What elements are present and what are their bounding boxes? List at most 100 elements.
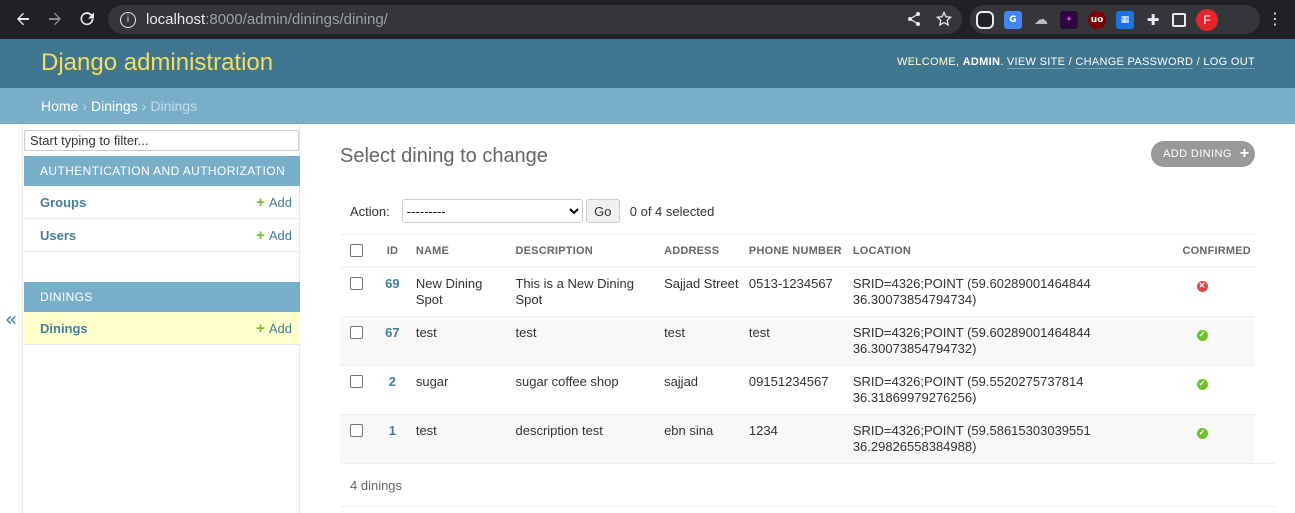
add-dining-label: ADD DINING bbox=[1163, 148, 1232, 160]
column-header-confirmed[interactable]: CONFIRMED bbox=[1178, 234, 1255, 268]
profile-avatar[interactable]: F bbox=[1196, 8, 1218, 31]
bookmark-star-icon[interactable] bbox=[935, 10, 953, 31]
plus-icon: + bbox=[256, 193, 265, 211]
add-dinings-link[interactable]: + Add bbox=[256, 320, 292, 337]
view-site-link[interactable]: VIEW SITE bbox=[1006, 56, 1066, 69]
table-header-row: ID NAME DESCRIPTION ADDRESS PHONE NUMBER… bbox=[340, 234, 1255, 268]
sidepanel-icon[interactable] bbox=[1172, 12, 1186, 27]
check-icon: ✓ bbox=[1196, 329, 1208, 341]
phone-cell: test bbox=[744, 316, 849, 366]
sidebar-item-dinings[interactable]: Dinings + Add bbox=[24, 312, 300, 345]
plus-icon: + bbox=[256, 319, 265, 337]
puzzle-icon[interactable]: ✚ bbox=[1144, 11, 1162, 29]
selection-counter: 0 of 4 selected bbox=[629, 203, 715, 219]
breadcrumb: Home › Dinings › Dinings bbox=[0, 88, 1295, 124]
confirmed-cell: ✓ bbox=[1178, 316, 1255, 366]
nav-filter-input[interactable] bbox=[24, 130, 299, 151]
menu-kebab-icon[interactable]: ⋮ bbox=[1267, 10, 1283, 28]
go-button[interactable]: Go bbox=[585, 199, 620, 223]
breadcrumb-home[interactable]: Home bbox=[41, 98, 78, 114]
description-cell: This is a New Dining Spot bbox=[511, 267, 661, 317]
name-cell: sugar bbox=[411, 365, 512, 415]
row-id-link[interactable]: 69 bbox=[385, 276, 399, 291]
id-cell: 67 bbox=[372, 316, 412, 366]
result-list-table: ID NAME DESCRIPTION ADDRESS PHONE NUMBER… bbox=[340, 234, 1255, 464]
plus-icon: + bbox=[1239, 145, 1250, 162]
url-host: localhost bbox=[146, 11, 206, 28]
row-select-cell bbox=[340, 365, 373, 415]
address-cell: Sajjad Street bbox=[660, 267, 745, 317]
module-caption-dinings[interactable]: DININGS bbox=[24, 282, 300, 312]
sidebar-item-users[interactable]: Users + Add bbox=[24, 219, 300, 252]
confirmed-cell: ✕ bbox=[1178, 267, 1255, 317]
add-dining-button[interactable]: ADD DINING + bbox=[1151, 141, 1255, 167]
log-out-link[interactable]: LOG OUT bbox=[1203, 56, 1255, 69]
column-header-address[interactable]: ADDRESS bbox=[660, 234, 745, 268]
description-cell: test bbox=[511, 316, 661, 366]
row-checkbox[interactable] bbox=[350, 277, 363, 290]
sidebar-item-label[interactable]: Users bbox=[40, 228, 76, 243]
column-header-phone[interactable]: PHONE NUMBER bbox=[744, 234, 849, 268]
location-cell: SRID=4326;POINT (59.58615303039551 36.29… bbox=[848, 414, 1179, 464]
row-checkbox[interactable] bbox=[350, 424, 363, 437]
address-bar[interactable]: i localhost:8000/admin/dinings/dining/ bbox=[108, 5, 962, 34]
ext-1-icon[interactable] bbox=[976, 10, 994, 29]
table-row: 1 test description test ebn sina 1234 SR… bbox=[340, 414, 1255, 464]
column-header-location[interactable]: LOCATION bbox=[848, 234, 1179, 268]
ublock-icon[interactable]: uo bbox=[1088, 10, 1106, 29]
reload-icon[interactable] bbox=[72, 4, 102, 34]
user-tools: WELCOME, ADMIN. VIEW SITE / CHANGE PASSW… bbox=[896, 56, 1255, 69]
row-checkbox[interactable] bbox=[350, 326, 363, 339]
id-cell: 69 bbox=[372, 267, 412, 317]
module-caption-auth[interactable]: AUTHENTICATION AND AUTHORIZATION bbox=[24, 156, 300, 186]
id-cell: 2 bbox=[372, 365, 412, 415]
location-cell: SRID=4326;POINT (59.5520275737814 36.318… bbox=[848, 365, 1179, 415]
ext-dark-icon[interactable]: ✦ bbox=[1060, 10, 1078, 29]
add-users-link[interactable]: + Add bbox=[256, 227, 292, 244]
row-id-link[interactable]: 67 bbox=[385, 325, 399, 340]
select-all-cell bbox=[340, 234, 373, 268]
add-groups-link[interactable]: + Add bbox=[256, 194, 292, 211]
site-info-icon[interactable]: i bbox=[120, 11, 136, 28]
location-cell: SRID=4326;POINT (59.60289001464844 36.30… bbox=[848, 267, 1179, 317]
cloud-icon[interactable]: ☁ bbox=[1032, 11, 1050, 29]
row-id-link[interactable]: 1 bbox=[389, 423, 396, 438]
name-cell: test bbox=[411, 414, 512, 464]
url-path: :8000/admin/dinings/dining/ bbox=[205, 11, 388, 28]
column-header-id[interactable]: ID bbox=[372, 234, 412, 268]
breadcrumb-app[interactable]: Dinings bbox=[91, 98, 138, 114]
id-cell: 1 bbox=[372, 414, 412, 464]
forward-icon[interactable] bbox=[40, 4, 70, 34]
ext-grid-icon[interactable]: ▦ bbox=[1116, 10, 1134, 29]
sidebar-item-label[interactable]: Groups bbox=[40, 195, 86, 210]
collapse-sidebar-button[interactable]: « bbox=[0, 124, 23, 513]
column-header-description[interactable]: DESCRIPTION bbox=[511, 234, 661, 268]
site-branding[interactable]: Django administration bbox=[41, 49, 273, 77]
action-select[interactable]: --------- bbox=[401, 199, 583, 223]
row-id-link[interactable]: 2 bbox=[389, 374, 396, 389]
sidebar-item-groups[interactable]: Groups + Add bbox=[24, 186, 300, 219]
column-header-name[interactable]: NAME bbox=[411, 234, 512, 268]
confirmed-cell: ✓ bbox=[1178, 365, 1255, 415]
check-icon: ✓ bbox=[1196, 427, 1208, 439]
select-all-checkbox[interactable] bbox=[350, 243, 363, 257]
phone-cell: 0513-1234567 bbox=[744, 267, 849, 317]
row-checkbox[interactable] bbox=[350, 375, 363, 388]
double-chevron-left-icon: « bbox=[4, 306, 18, 331]
action-label: Action: bbox=[350, 203, 390, 219]
address-cell: sajjad bbox=[660, 365, 745, 415]
phone-cell: 1234 bbox=[744, 414, 849, 464]
add-label: Add bbox=[268, 227, 292, 243]
table-row: 2 sugar sugar coffee shop sajjad 0915123… bbox=[340, 365, 1255, 415]
welcome-text: WELCOME, bbox=[896, 56, 960, 68]
check-icon: ✓ bbox=[1196, 378, 1208, 390]
row-select-cell bbox=[340, 267, 373, 317]
share-icon[interactable] bbox=[906, 11, 922, 31]
translate-icon[interactable]: G bbox=[1004, 10, 1022, 29]
sidebar-item-label[interactable]: Dinings bbox=[40, 321, 88, 336]
back-icon[interactable] bbox=[8, 4, 38, 34]
plus-icon: + bbox=[256, 226, 265, 244]
name-cell: test bbox=[411, 316, 512, 366]
extensions-bar: G ☁ ✦ uo ▦ ✚ F bbox=[970, 5, 1260, 34]
change-password-link[interactable]: CHANGE PASSWORD bbox=[1075, 56, 1194, 69]
